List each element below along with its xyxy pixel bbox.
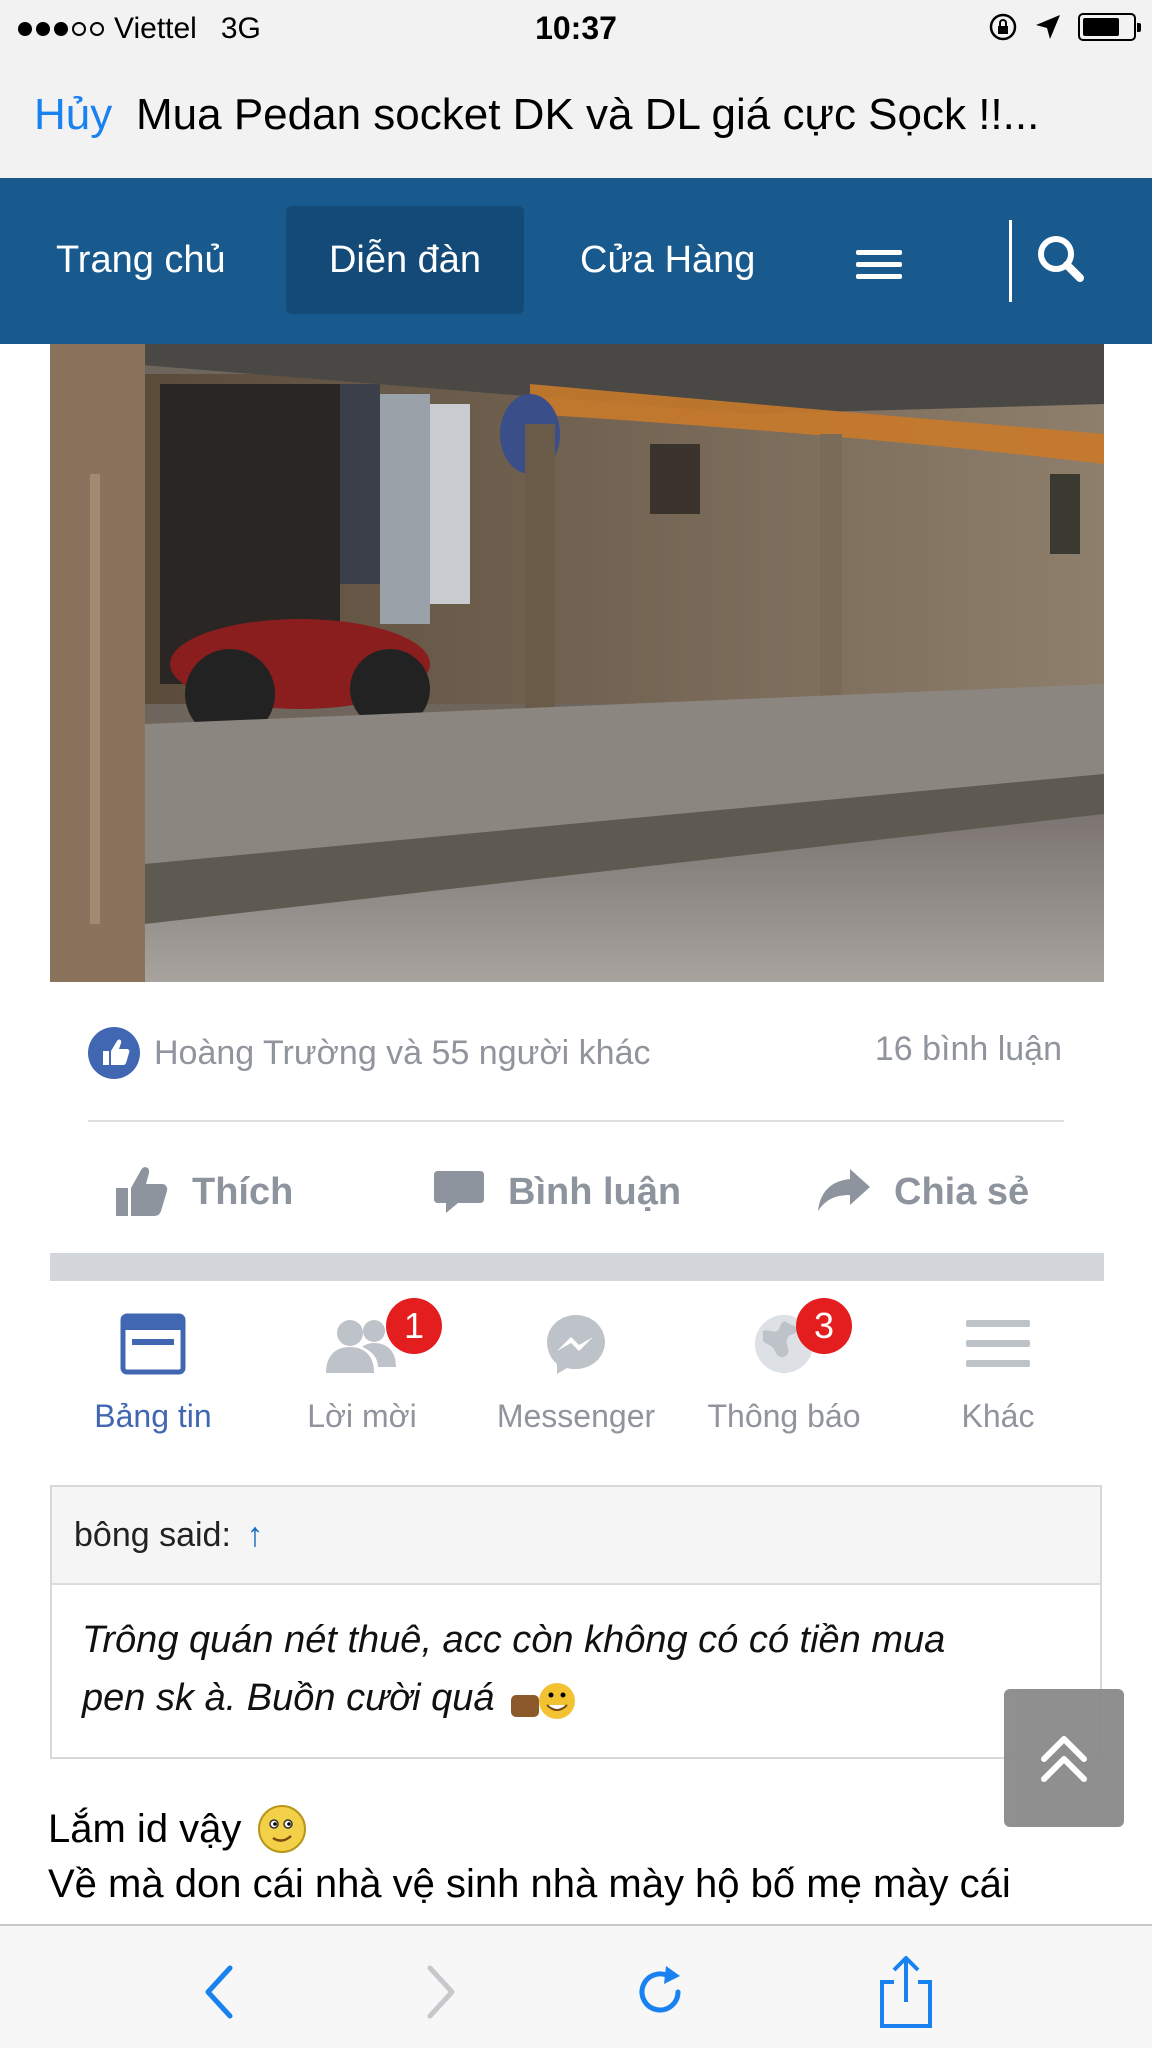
reload-icon (639, 1966, 681, 2013)
rotation-lock-icon (989, 13, 1017, 41)
chevron-left-icon (205, 1965, 233, 2019)
tab-label: Thông báo (707, 1398, 861, 1434)
tab-label: Lời mời (307, 1398, 417, 1434)
quote-block: bông said: ↑ Trông quán nét thuê, acc cò… (50, 1485, 1102, 1759)
tab-notifications[interactable]: 3 Thông báo (684, 1298, 884, 1435)
reply-line: Lắm id vậy (48, 1802, 309, 1856)
cancel-button[interactable]: Hủy (34, 90, 112, 140)
comment-button[interactable]: Bình luận (432, 1160, 681, 1224)
forward-button[interactable] (400, 1952, 480, 2032)
post-photo (50, 344, 1104, 982)
search-icon[interactable] (1030, 228, 1092, 290)
quote-author: bông said: (74, 1516, 231, 1554)
friend-requests-badge: 1 (386, 1298, 442, 1354)
nav-divider (1009, 220, 1012, 302)
browser-title-bar: Hủy Mua Pedan socket DK và DL giá cực Sọ… (0, 58, 1152, 178)
nav-item-store[interactable]: Cửa Hàng (550, 206, 785, 314)
nav-item-forum[interactable]: Diễn đàn (286, 206, 524, 314)
quote-line: Trông quán nét thuê, acc còn không có có… (82, 1619, 946, 1661)
tab-label: Messenger (496, 1398, 656, 1434)
tab-label: Khác (961, 1398, 1035, 1434)
reload-button[interactable] (620, 1952, 700, 2032)
fb-tab-bar: Bảng tin 1 Lời mời Messenger 3 Thông báo… (50, 1282, 1104, 1452)
likes-summary[interactable]: Hoàng Trường và 55 người khác (88, 1020, 651, 1086)
tab-more[interactable]: Khác (898, 1304, 1098, 1435)
jump-to-quote-link[interactable]: ↑ (246, 1516, 263, 1554)
reply-text: Lắm id vậy (48, 1806, 242, 1851)
feed-separator (50, 1253, 1104, 1281)
like-reaction-icon (88, 1027, 140, 1079)
location-arrow-icon (1036, 15, 1060, 39)
comments-count[interactable]: 16 bình luận (875, 1030, 1062, 1069)
share-arrow-icon (818, 1169, 870, 1211)
comment-icon (434, 1171, 484, 1213)
clock: 10:37 (535, 10, 617, 46)
double-chevron-up-icon (1041, 1736, 1087, 1782)
post-divider (88, 1120, 1064, 1122)
scroll-to-top-button[interactable] (1004, 1689, 1124, 1827)
quote-header: bông said: ↑ (52, 1487, 1100, 1585)
messenger-icon (547, 1315, 605, 1374)
tab-label: Bảng tin (94, 1398, 212, 1434)
smiley-emoji-icon (258, 1805, 307, 1853)
chevron-right-icon (427, 1965, 455, 2019)
nav-item-home[interactable]: Trang chủ (26, 206, 256, 314)
quote-line: pen sk à. Buồn cười quá (82, 1677, 495, 1719)
tab-friend-requests[interactable]: 1 Lời mời (262, 1298, 462, 1435)
news-feed-icon (120, 1313, 186, 1375)
laughing-emoji-icon (510, 1683, 575, 1719)
likes-text: Hoàng Trường và 55 người khác (154, 1033, 651, 1072)
page-title: Mua Pedan socket DK và DL giá cực Sọck !… (136, 90, 1040, 139)
status-bar: Viettel 3G 10:37 (0, 0, 1152, 58)
like-label: Thích (192, 1170, 294, 1213)
share-label: Chia sẻ (894, 1170, 1030, 1213)
tab-messenger[interactable]: Messenger (476, 1304, 676, 1435)
more-menu-icon (966, 1320, 1030, 1367)
back-button[interactable] (180, 1952, 260, 2032)
comment-label: Bình luận (508, 1170, 682, 1213)
like-button[interactable]: Thích (114, 1160, 293, 1224)
menu-icon[interactable] (856, 250, 902, 286)
browser-toolbar (0, 1924, 1152, 2048)
notifications-badge: 3 (796, 1298, 852, 1354)
share-icon (880, 1956, 932, 2028)
thumbs-up-icon (116, 1167, 168, 1216)
site-nav: Trang chủ Diễn đàn Cửa Hàng (0, 178, 1152, 344)
share-button[interactable]: Chia sẻ (814, 1160, 1029, 1224)
tab-news-feed[interactable]: Bảng tin (53, 1304, 253, 1435)
share-page-button[interactable] (866, 1952, 946, 2032)
quote-body: Trông quán nét thuê, acc còn không có có… (52, 1585, 1100, 1753)
battery-icon (1078, 13, 1141, 41)
reply-text: Về mà don cái nhà vệ sinh nhà mày hộ bố … (48, 1862, 1011, 1906)
